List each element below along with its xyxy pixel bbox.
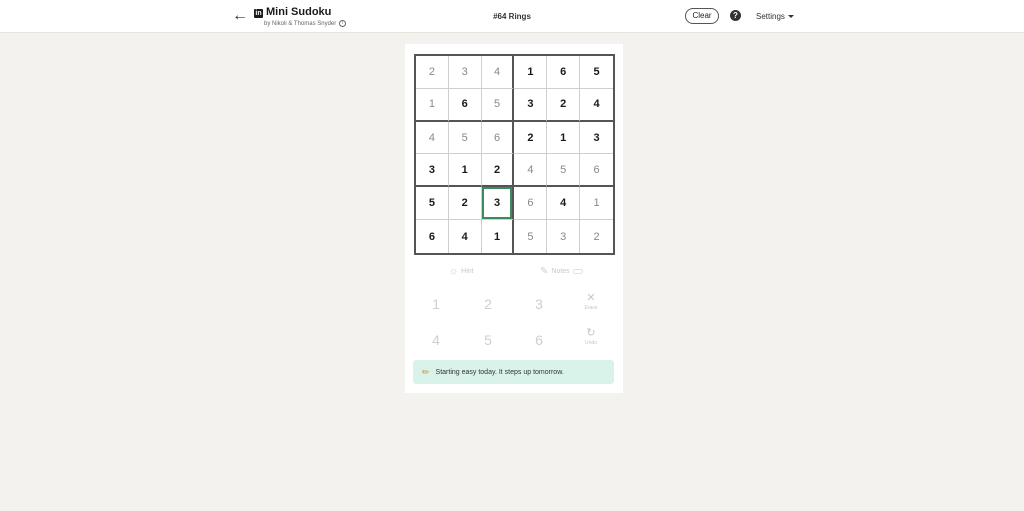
board-cell[interactable]: 4 [547, 187, 581, 221]
lightbulb-icon: ☼ [449, 266, 459, 277]
board-cell[interactable]: 4 [580, 89, 613, 122]
board-cell[interactable]: 6 [580, 154, 613, 188]
board-cell[interactable]: 1 [547, 121, 581, 155]
board-cell[interactable]: 3 [416, 154, 449, 188]
board-cell[interactable]: 2 [514, 121, 548, 155]
settings-label: Settings [756, 12, 785, 21]
board-cell[interactable]: 5 [448, 121, 482, 155]
key-3[interactable]: 3 [524, 296, 554, 312]
undo-icon: ↻ [586, 327, 596, 339]
erase-label: Erase [584, 305, 598, 311]
board-cell[interactable]: 4 [449, 220, 482, 253]
board-cell[interactable]: 1 [416, 88, 449, 122]
board-cell[interactable]: 6 [448, 88, 482, 122]
key-2[interactable]: 2 [473, 296, 503, 312]
board-cell[interactable]: 6 [514, 187, 548, 221]
board-cell[interactable]: 6 [481, 121, 515, 155]
board-cell[interactable]: 5 [547, 154, 581, 188]
undo-label: Undo [585, 340, 597, 346]
board-cell[interactable]: 1 [514, 56, 548, 89]
erase-button[interactable]: ✕ Erase [576, 292, 606, 311]
pencil-icon: ✏ [422, 366, 430, 377]
hint-button[interactable]: ☼ Hint [449, 266, 474, 277]
byline-text: by Nikoli & Thomas Snyder [264, 20, 337, 27]
board-cell[interactable]: 3 [448, 56, 482, 89]
key-5[interactable]: 5 [473, 332, 503, 348]
board-cell[interactable]: 3 [580, 122, 613, 155]
board-cell[interactable]: 2 [580, 220, 613, 253]
board-cell[interactable]: 2 [547, 88, 581, 122]
info-banner: ✏ Starting easy today. It steps up tomor… [413, 360, 614, 384]
board-cell[interactable]: 2 [416, 56, 449, 89]
notes-toggle[interactable] [572, 269, 583, 274]
notes-button[interactable]: ✎ Notes [540, 266, 583, 277]
board-cell[interactable]: 5 [580, 56, 613, 89]
board-cell[interactable]: 4 [514, 154, 548, 188]
banner-text: Starting easy today. It steps up tomorro… [435, 368, 564, 376]
info-icon[interactable]: i [339, 20, 347, 27]
clear-button[interactable]: Clear [685, 8, 719, 24]
board-cell[interactable]: 3 [514, 88, 548, 122]
pencil-icon: ✎ [540, 266, 549, 277]
key-6[interactable]: 6 [524, 332, 554, 348]
board-cell[interactable]: 1 [482, 220, 515, 253]
board-cell[interactable]: 5 [481, 88, 515, 122]
tool-row: ☼ Hint ✎ Notes [405, 266, 623, 278]
settings-dropdown[interactable]: Settings [756, 12, 794, 21]
board-cell[interactable]: 5 [416, 187, 449, 221]
hint-label: Hint [461, 268, 474, 275]
key-4[interactable]: 4 [421, 332, 451, 348]
board-cell[interactable]: 3 [481, 187, 515, 221]
board-cell[interactable]: 3 [547, 220, 581, 253]
board-cell[interactable]: 5 [514, 220, 548, 253]
game-card: 234165165324456213312456523641641532 ☼ H… [405, 44, 623, 393]
help-icon[interactable]: ? [730, 10, 741, 21]
key-1[interactable]: 1 [421, 296, 451, 312]
board-cell[interactable]: 1 [448, 154, 482, 188]
board-cell[interactable]: 6 [547, 56, 581, 89]
close-icon: ✕ [586, 292, 596, 304]
board-cell[interactable]: 2 [481, 154, 515, 188]
chevron-down-icon [787, 15, 794, 18]
board-cell[interactable]: 1 [580, 187, 613, 221]
puzzle-name: #64 Rings [493, 12, 531, 21]
top-bar: ← in Mini Sudoku by Nikoli & Thomas Snyd… [0, 0, 1024, 33]
board-cell[interactable]: 4 [416, 121, 449, 155]
board-cell[interactable]: 4 [481, 56, 515, 89]
notes-label: Notes [551, 268, 570, 275]
board-cell[interactable]: 6 [416, 220, 449, 253]
sudoku-board: 234165165324456213312456523641641532 [414, 54, 615, 255]
undo-button[interactable]: ↻ Undo [576, 327, 606, 346]
board-cell[interactable]: 2 [448, 187, 482, 221]
byline: by Nikoli & Thomas Snyder i [264, 20, 347, 27]
